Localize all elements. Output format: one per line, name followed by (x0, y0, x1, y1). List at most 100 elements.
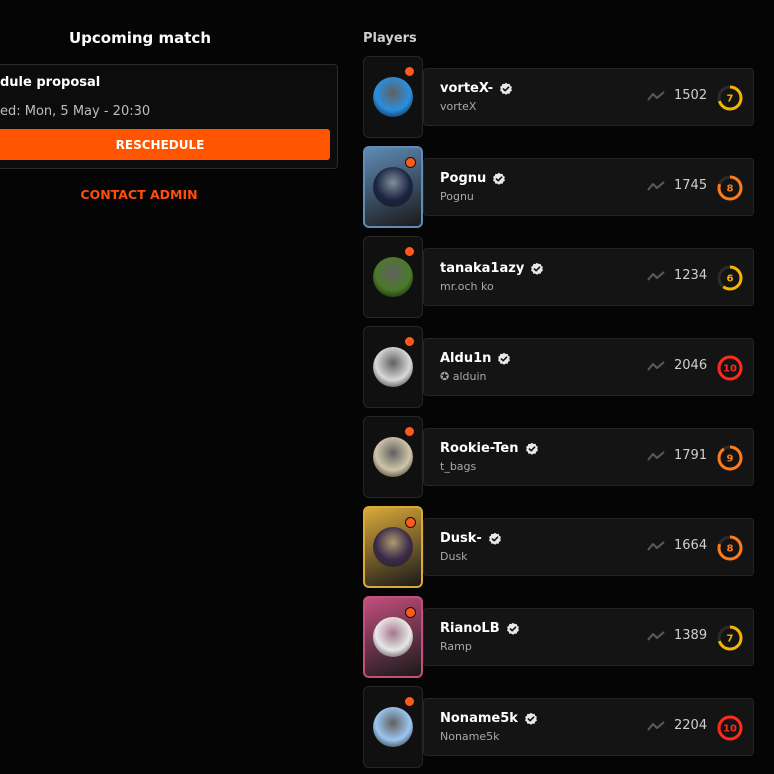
verified-icon (493, 172, 506, 185)
elo-value: 2046 (674, 358, 708, 373)
elo-value: 1664 (674, 538, 708, 553)
avatar-tile[interactable] (363, 596, 423, 678)
elo-trend-icon (647, 451, 665, 461)
elo-value: 1502 (674, 88, 708, 103)
anime-avatar (373, 167, 413, 207)
elo-trend-icon (647, 271, 665, 281)
player-card[interactable]: tanaka1azy mr.och ko 1234 6 (423, 248, 754, 306)
pug-avatar (373, 437, 413, 477)
skill-level-value: 10 (723, 724, 737, 735)
player-name-row: Pognu (440, 171, 506, 186)
player-card[interactable]: Aldu1n ✪ alduin 2046 10 (423, 338, 754, 396)
skill-level-badge: 10 (717, 355, 743, 381)
rank-badge-icon (404, 696, 415, 707)
upcoming-match-title: Upcoming match (68, 29, 212, 47)
skill-level-badge: 7 (717, 625, 743, 651)
skill-level-value: 9 (727, 454, 734, 465)
avatar-tile[interactable] (363, 686, 423, 768)
rank-badge-icon (404, 336, 415, 347)
verified-icon (525, 442, 538, 455)
rank-badge-icon (404, 66, 415, 77)
player-name: Noname5k (440, 711, 518, 726)
skill-level-badge: 6 (717, 265, 743, 291)
player-nickname: t_bags (440, 460, 477, 473)
player-row[interactable]: RianoLB Ramp 1389 7 (363, 596, 763, 680)
skill-level-badge: 7 (717, 85, 743, 111)
rank-badge-icon (405, 517, 416, 528)
rank-badge-icon (404, 246, 415, 257)
skill-level-value: 7 (727, 634, 734, 645)
character-avatar (373, 257, 413, 297)
player-name: Dusk- (440, 531, 482, 546)
player-card[interactable]: Pognu Pognu 1745 8 (423, 158, 754, 216)
avatar-tile[interactable] (363, 506, 423, 588)
elo-trend-icon (647, 361, 665, 371)
cat-avatar (373, 617, 413, 657)
player-card[interactable]: vorteX-vorteX 1502 7 (423, 68, 754, 126)
player-nickname: Pognu (440, 190, 474, 203)
player-name: vorteX- (440, 81, 494, 96)
skill-level-value: 7 (727, 94, 734, 105)
player-row[interactable]: Noname5k Noname5k 2204 10 (363, 686, 763, 770)
rank-badge-icon (404, 426, 415, 437)
verified-icon (488, 532, 501, 545)
player-row[interactable]: Rookie-Ten t_bags 1791 9 (363, 416, 763, 500)
elo-value: 1234 (674, 268, 708, 283)
player-card[interactable]: Noname5k Noname5k 2204 10 (423, 698, 754, 756)
players-heading: Players (363, 31, 417, 46)
avatar-tile[interactable] (363, 146, 423, 228)
skill-level-value: 6 (727, 274, 734, 285)
player-name-row: Dusk- (440, 531, 502, 546)
player-nickname: Ramp (440, 640, 472, 653)
player-card[interactable]: Dusk- Dusk 1664 8 (423, 518, 754, 576)
reschedule-button[interactable]: RESCHEDULE (0, 129, 330, 160)
skill-level-badge: 8 (717, 175, 743, 201)
elo-trend-icon (647, 91, 665, 101)
reschedule-proposal-title: dule proposal (0, 75, 101, 90)
player-name-row: Aldu1n (440, 351, 511, 366)
player-name: Rookie-Ten (440, 441, 519, 456)
player-name-row: vorteX- (440, 81, 513, 96)
verified-icon (498, 352, 511, 365)
anime-avatar (373, 527, 413, 567)
avatar-tile[interactable] (363, 416, 423, 498)
player-row[interactable]: Dusk- Dusk 1664 8 (363, 506, 763, 590)
skill-level-badge: 8 (717, 535, 743, 561)
player-card[interactable]: RianoLB Ramp 1389 7 (423, 608, 754, 666)
elo-value: 2204 (674, 718, 708, 733)
avatar-tile[interactable] (363, 56, 423, 138)
verified-icon (531, 262, 544, 275)
player-nickname: Noname5k (440, 730, 500, 743)
elo-value: 1745 (674, 178, 708, 193)
player-card[interactable]: Rookie-Ten t_bags 1791 9 (423, 428, 754, 486)
astronaut-avatar (373, 707, 413, 747)
skill-level-value: 8 (727, 184, 734, 195)
elo-value: 1389 (674, 628, 708, 643)
rank-badge-icon (405, 607, 416, 618)
reschedule-proposal-date: ed: Mon, 5 May - 20:30 (0, 104, 151, 119)
skill-level-badge: 10 (717, 715, 743, 741)
player-nickname: Dusk (440, 550, 468, 563)
player-row[interactable]: Aldu1n ✪ alduin 2046 10 (363, 326, 763, 410)
player-row[interactable]: Pognu Pognu 1745 8 (363, 146, 763, 230)
elo-trend-icon (647, 541, 665, 551)
verified-icon (506, 622, 519, 635)
avatar-tile[interactable] (363, 326, 423, 408)
player-name: RianoLB (440, 621, 500, 636)
player-nickname: mr.och ko (440, 280, 494, 293)
player-name: Pognu (440, 171, 487, 186)
elo-trend-icon (647, 181, 665, 191)
player-name-row: RianoLB (440, 621, 520, 636)
monochrome-avatar (373, 347, 413, 387)
elo-value: 1791 (674, 448, 708, 463)
player-row[interactable]: vorteX-vorteX 1502 7 (363, 56, 763, 140)
player-name: Aldu1n (440, 351, 492, 366)
elo-trend-icon (647, 631, 665, 641)
player-name: tanaka1azy (440, 261, 525, 276)
skill-level-value: 8 (727, 544, 734, 555)
player-row[interactable]: tanaka1azy mr.och ko 1234 6 (363, 236, 763, 320)
avatar-tile[interactable] (363, 236, 423, 318)
verified-icon (525, 712, 537, 725)
contact-admin-link[interactable]: CONTACT ADMIN (0, 187, 278, 202)
skill-level-badge: 9 (717, 445, 743, 471)
